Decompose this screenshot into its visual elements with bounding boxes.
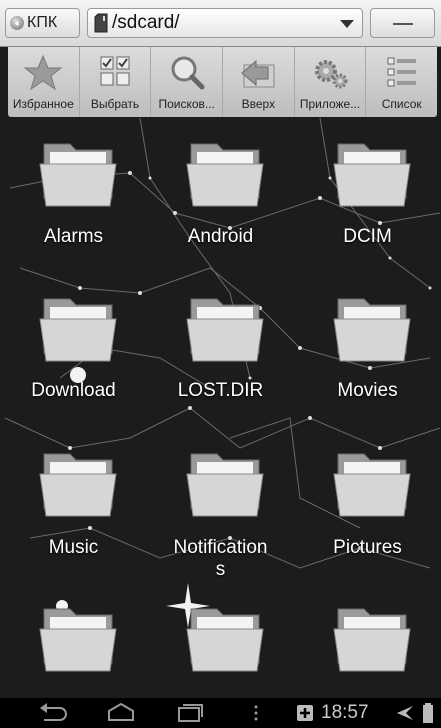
folder-icon bbox=[333, 143, 411, 207]
up-button[interactable]: Вверх bbox=[223, 47, 295, 117]
folder-icon bbox=[39, 143, 117, 207]
folder-icon bbox=[39, 298, 117, 362]
folder-item-alarms[interactable]: Alarms bbox=[0, 118, 147, 273]
folder-name: LOST.DIR bbox=[177, 380, 264, 401]
folder-item-notifications[interactable]: Notification s bbox=[147, 428, 294, 583]
folder-icon bbox=[186, 453, 264, 517]
folder-item-android[interactable]: Android bbox=[147, 118, 294, 273]
folder-grid: Alarms Android DCIM Download LOST.DIR Mo… bbox=[0, 118, 441, 698]
gears-icon bbox=[315, 60, 348, 89]
action-toolbar: Избранное Выбрать Поисков... Вверх Прило… bbox=[8, 47, 437, 117]
clock: 18:57 bbox=[321, 702, 369, 723]
minus-icon bbox=[393, 23, 413, 25]
collapse-button[interactable] bbox=[370, 8, 435, 38]
favorites-button[interactable]: Избранное bbox=[8, 47, 80, 117]
recent-apps-icon[interactable] bbox=[175, 702, 205, 724]
select-label: Выбрать bbox=[90, 97, 140, 111]
battery-icon bbox=[423, 703, 433, 723]
folder-name: Android bbox=[187, 226, 254, 247]
folder-item-dcim[interactable]: DCIM bbox=[294, 118, 441, 273]
device-icon bbox=[10, 16, 24, 30]
checklist-icon bbox=[100, 56, 130, 86]
folder-item-movies[interactable]: Movies bbox=[294, 273, 441, 428]
folder-item-pictures[interactable]: Pictures bbox=[294, 428, 441, 583]
top-bar: КПК /sdcard/ bbox=[0, 0, 441, 47]
folder-icon bbox=[186, 608, 264, 672]
folder-icon bbox=[39, 608, 117, 672]
search-label: Поисков... bbox=[158, 97, 215, 111]
system-bar: 18:57 bbox=[0, 698, 441, 728]
list-view-button[interactable]: Список bbox=[366, 47, 437, 117]
folder-item-download[interactable]: Download bbox=[0, 273, 147, 428]
select-button[interactable]: Выбрать bbox=[80, 47, 152, 117]
folder-icon bbox=[333, 298, 411, 362]
star-icon bbox=[23, 54, 63, 91]
list-view-label: Список bbox=[381, 97, 422, 111]
folder-icon bbox=[186, 143, 264, 207]
folder-name: Pictures bbox=[333, 537, 402, 558]
search-button[interactable]: Поисков... bbox=[151, 47, 224, 117]
kpk-label: КПК bbox=[27, 14, 58, 31]
up-label: Вверх bbox=[241, 97, 276, 111]
kpk-button[interactable]: КПК bbox=[5, 8, 80, 38]
path-dropdown[interactable]: /sdcard/ bbox=[87, 8, 363, 38]
folder-item-lost-dir[interactable]: LOST.DIR bbox=[147, 273, 294, 428]
folder-item[interactable] bbox=[147, 583, 294, 698]
chevron-down-icon bbox=[340, 20, 354, 28]
back-icon[interactable] bbox=[38, 702, 68, 724]
folder-name: DCIM bbox=[343, 226, 392, 247]
sdcard-icon bbox=[94, 13, 108, 33]
folder-up-icon bbox=[241, 59, 275, 88]
path-text: /sdcard/ bbox=[112, 12, 180, 33]
list-view-icon bbox=[387, 57, 416, 87]
overflow-menu-icon[interactable] bbox=[252, 702, 260, 724]
favorites-label: Избранное bbox=[12, 97, 74, 111]
airplane-mode-icon bbox=[396, 706, 413, 720]
search-icon bbox=[171, 56, 205, 90]
folder-name: Movies bbox=[337, 380, 398, 401]
folder-icon bbox=[186, 298, 264, 362]
apps-label: Приложе... bbox=[299, 97, 361, 111]
apps-button[interactable]: Приложе... bbox=[295, 47, 367, 117]
notification-add-icon bbox=[297, 705, 313, 721]
folder-name: Alarms bbox=[43, 226, 104, 247]
folder-name: Notification s bbox=[173, 537, 268, 580]
folder-icon bbox=[39, 453, 117, 517]
folder-icon bbox=[333, 608, 411, 672]
home-icon[interactable] bbox=[106, 702, 136, 724]
folder-icon bbox=[333, 453, 411, 517]
folder-name: Music bbox=[48, 537, 99, 558]
folder-item-music[interactable]: Music bbox=[0, 428, 147, 583]
folder-item[interactable] bbox=[0, 583, 147, 698]
folder-name: Download bbox=[31, 380, 116, 401]
folder-item[interactable] bbox=[294, 583, 441, 698]
